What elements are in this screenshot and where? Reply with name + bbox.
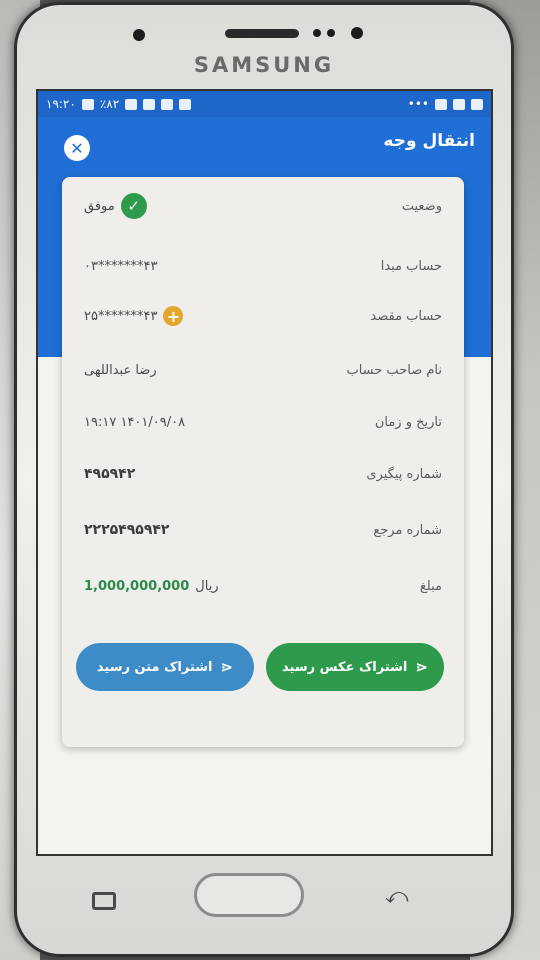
close-icon[interactable]: ✕: [64, 135, 90, 161]
phone-screen: ۱۹:۲۰ ٪۸۲ ••• انتقال وجه ✕ ✓ موفق وضعیت: [36, 89, 493, 856]
reference-number-label: شماره مرجع: [373, 522, 442, 538]
destination-account-label: حساب مقصد: [370, 308, 442, 324]
status-text: موفق: [84, 198, 115, 214]
receipt-row-amount: ریال 1,000,000,000 مبلغ: [84, 571, 442, 601]
battery-icon: [81, 98, 94, 110]
receipt-row-source-account: ۴۳*******۰۳ حساب مبدا: [84, 251, 442, 281]
amount-number: 1,000,000,000: [84, 578, 190, 594]
message-icon: [453, 98, 465, 110]
recent-apps-icon[interactable]: [92, 892, 116, 910]
amount-label: مبلغ: [419, 578, 442, 594]
share-image-button[interactable]: ⋖ اشتراک عکس رسید: [266, 643, 444, 691]
image-icon: [471, 98, 483, 110]
account-holder-value: رضا عبداللهی: [84, 362, 157, 378]
account-holder-label: نام صاحب حساب: [346, 362, 442, 378]
receipt-row-status: ✓ موفق وضعیت: [84, 191, 442, 221]
earpiece: [225, 29, 299, 38]
receipt-row-reference-number: ۲۲۲۵۴۹۵۹۴۲ شماره مرجع: [84, 515, 442, 545]
destination-account-value: + ۴۳*******۲۵: [84, 306, 184, 326]
receipt-row-datetime: ۱۴۰۱/۰۹/۰۸ ۱۹:۱۷ تاریخ و زمان: [84, 407, 442, 437]
check-icon: ✓: [120, 193, 147, 219]
front-camera-icon: [351, 27, 363, 39]
status-value: ✓ موفق: [84, 193, 147, 219]
status-label: وضعیت: [401, 198, 442, 214]
battery-level: ٪۸۲: [99, 97, 120, 111]
share-icon: ⋖: [220, 658, 234, 676]
back-icon[interactable]: ⤺: [385, 884, 409, 909]
sensor-icon: [313, 29, 321, 37]
brand-logo: SAMSUNG: [193, 53, 335, 77]
receipt-row-destination-account: + ۴۳*******۲۵ حساب مقصد: [84, 301, 442, 331]
currency-label: ریال: [195, 578, 219, 594]
share-text-label: اشتراک متن رسید: [96, 659, 213, 675]
source-account-label: حساب مبدا: [380, 258, 442, 274]
signal-icon: [125, 98, 138, 110]
datetime-label: تاریخ و زمان: [374, 414, 442, 430]
sensor-icon: [327, 29, 335, 37]
notification-icon: [179, 98, 192, 110]
tracking-number-value: ۴۹۵۹۴۲: [84, 466, 136, 482]
front-camera-icon: [133, 29, 145, 41]
tracking-number-label: شماره پیگیری: [366, 466, 442, 482]
signal-icon: [143, 98, 156, 110]
share-image-label: اشتراک عکس رسید: [282, 659, 408, 675]
home-button[interactable]: [194, 873, 304, 917]
receipt-row-tracking-number: ۴۹۵۹۴۲ شماره پیگیری: [84, 459, 442, 489]
wifi-icon: [161, 98, 174, 110]
status-time: ۱۹:۲۰: [46, 97, 76, 111]
receipt-card: ✓ موفق وضعیت ۴۳*******۰۳ حساب مبدا + ۴۳*…: [62, 177, 464, 747]
receipt-row-account-holder: رضا عبداللهی نام صاحب حساب: [84, 355, 442, 385]
share-icon: ⋖: [415, 658, 428, 676]
page-title: انتقال وجه: [383, 131, 475, 151]
source-account-value: ۴۳*******۰۳: [84, 258, 158, 274]
share-text-button[interactable]: ⋖ اشتراک متن رسید: [76, 643, 254, 691]
destination-account-text: ۴۳*******۲۵: [84, 308, 158, 324]
reference-number-value: ۲۲۲۵۴۹۵۹۴۲: [84, 522, 170, 538]
message-icon: [435, 98, 447, 110]
datetime-value: ۱۴۰۱/۰۹/۰۸ ۱۹:۱۷: [84, 414, 186, 430]
plus-icon[interactable]: +: [163, 306, 184, 326]
more-icon: •••: [407, 97, 429, 111]
amount-value: ریال 1,000,000,000: [84, 579, 219, 594]
status-bar: ۱۹:۲۰ ٪۸۲ •••: [38, 91, 491, 117]
